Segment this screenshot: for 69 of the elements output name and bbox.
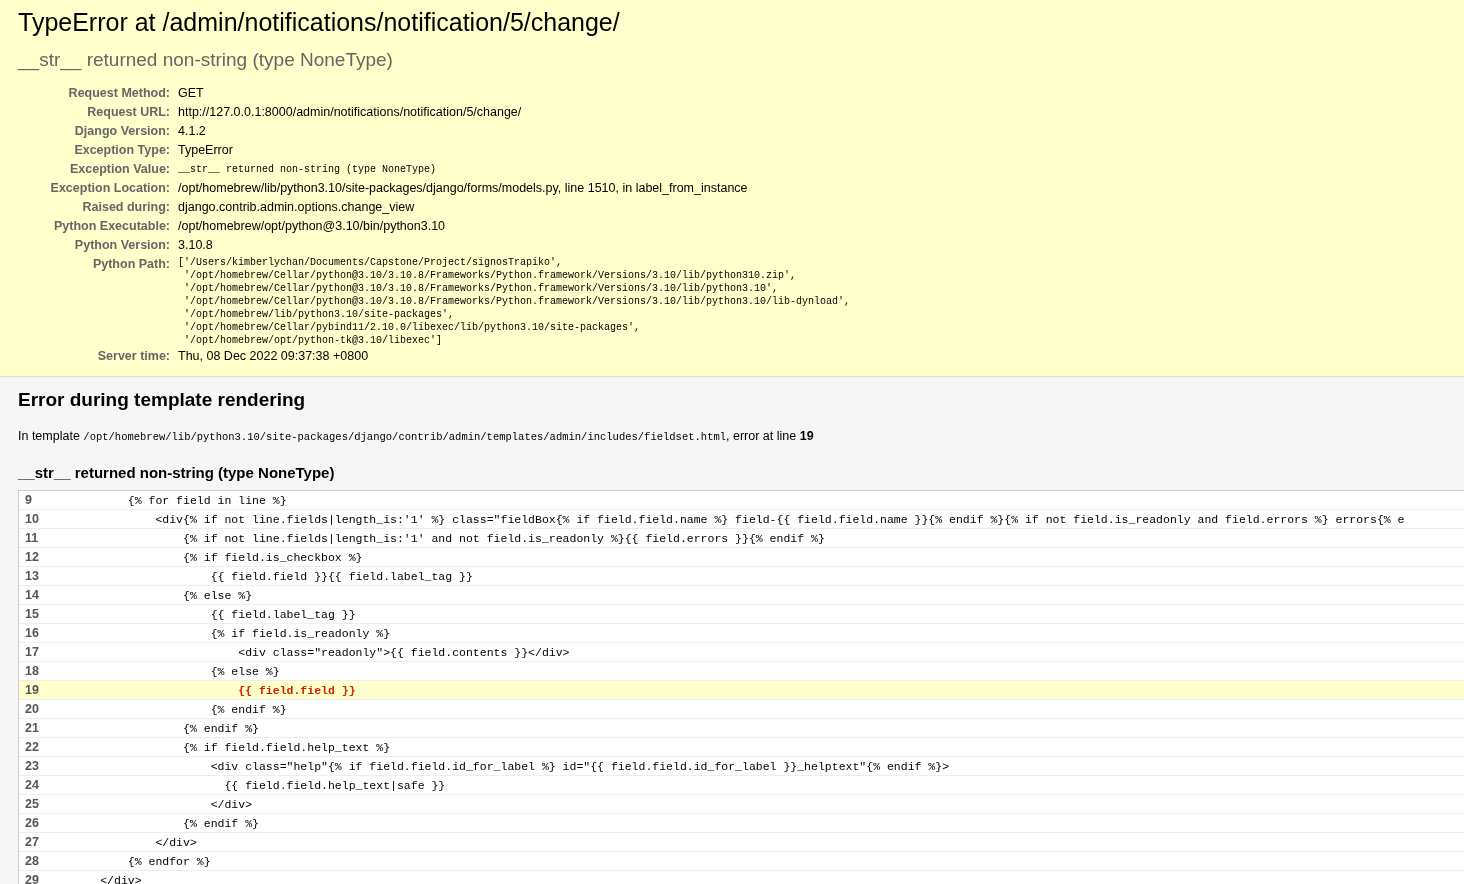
code-line: </div> [99, 872, 142, 884]
meta-value: ['/Users/kimberlychan/Documents/Capstone/Project/signosTrapiko', '/opt/homebrew/Cellar/python@3.10/3.10.8/Frameworks/Python.framework/Versions/3.10/lib/python310.zip', '/opt/homebrew/Cellar/python@3.10/3.10.8/Frameworks/Python.framework/Versions/3.10/lib/python3.10', '/opt/homebrew/Cellar/python@3.10/3.10.8/Frameworks/Python.framework/Versions/3.10/lib/python3.10/lib-dynload', '/opt/homebrew/lib/python3.10/site-packages', '/opt/homebrew/Cellar/pybind11/2.10.0/libexec/lib/python3.10/site-packages', '/opt/homebrew/opt/python-tk@3.10/libexec'] [178, 256, 851, 347]
code-line: {% if not line.fields|length_is:'1' and not field.is_readonly %}{{ field.errors }}{% endif %} [182, 530, 825, 547]
meta-label: Raised during: [82, 199, 170, 216]
meta-value: __str__ returned non-string (type NoneType) [178, 163, 437, 177]
template-location: In template /opt/homebrew/lib/python3.10/site-packages/django/contrib/admin/templates/admin/includes/fieldset.html, error at line 19 [18, 428, 814, 445]
code-line: {{ field.field }} [237, 682, 356, 699]
meta-label: Request Method: [68, 85, 170, 102]
meta-value: GET [178, 85, 204, 102]
line-number: 10 [24, 510, 40, 528]
section-heading: Error during template rendering [18, 388, 306, 412]
line-number: 21 [24, 719, 40, 737]
meta-label: Exception Type: [74, 142, 170, 159]
code-line: {% if field.is_checkbox %} [182, 549, 363, 566]
meta-label: Python Version: [74, 237, 170, 254]
code-line: <div{% if not line.fields|length_is:'1' %} class="fieldBox{% if field.field.name %} field-{{ field.field.name }}{% endif %}{% if not field.is_readonly and field.errors %} errors{% e [154, 511, 1405, 528]
code-line: {{ field.label_tag }} [209, 606, 356, 623]
meta-label: Server time: [97, 348, 170, 365]
code-line: {% endif %} [182, 720, 259, 737]
line-number: 26 [24, 814, 40, 832]
meta-label: Django Version: [74, 123, 170, 140]
line-number: 17 [24, 643, 40, 661]
line-number: 25 [24, 795, 40, 813]
code-line: <div class="help"{% if field.field.id_for_label %} id="{{ field.field.id_for_label }}_helptext"{% endif %}> [209, 758, 950, 775]
error-title: TypeError at /admin/notifications/notification/5/change/ [18, 7, 620, 38]
meta-value: 4.1.2 [178, 123, 206, 140]
meta-label: Exception Value: [69, 161, 170, 178]
meta-value: http://127.0.0.1:8000/admin/notifications/notification/5/change/ [178, 104, 522, 121]
code-line: {% for field in line %} [126, 492, 287, 509]
line-number: 28 [24, 852, 40, 870]
code-line: {% endfor %} [126, 853, 211, 870]
line-number: 14 [24, 586, 40, 604]
meta-value: TypeError [178, 142, 233, 159]
line-number: 16 [24, 624, 40, 642]
code-line: </div> [209, 796, 253, 813]
line-number: 23 [24, 757, 40, 775]
meta-label: Python Path: [92, 256, 170, 273]
code-line: {% else %} [182, 587, 253, 604]
line-number: 12 [24, 548, 40, 566]
meta-label: Python Executable: [54, 218, 170, 235]
meta-value: django.contrib.admin.options.change_view [178, 199, 415, 216]
line-number: 13 [24, 567, 40, 585]
line-number: 20 [24, 700, 40, 718]
code-line: {% endif %} [182, 815, 259, 832]
meta-value: 3.10.8 [178, 237, 213, 254]
code-line: {% endif %} [209, 701, 287, 718]
line-number: 19 [24, 681, 40, 699]
line-number: 29 [24, 871, 40, 884]
error-subtitle: __str__ returned non-string (type NoneType) [18, 48, 393, 72]
meta-value: /opt/homebrew/opt/python@3.10/bin/python3.10 [178, 218, 446, 235]
line-number: 24 [24, 776, 40, 794]
line-number: 11 [24, 529, 40, 547]
line-number: 22 [24, 738, 40, 756]
code-line: {{ field.field.help_text|safe }} [223, 777, 446, 794]
line-number: 18 [24, 662, 40, 680]
code-line: {% if field.is_readonly %} [209, 625, 391, 642]
meta-value: Thu, 08 Dec 2022 09:37:38 +0800 [178, 348, 369, 365]
code-line: {% else %} [209, 663, 280, 680]
line-number: 27 [24, 833, 40, 851]
meta-value: /opt/homebrew/lib/python3.10/site-packages/django/forms/models.py, line 1510, in label_from_instance [178, 180, 748, 197]
code-line: {{ field.field }}{{ field.label_tag }} [209, 568, 473, 585]
code-line: <div class="readonly">{{ field.contents }}</div> [237, 644, 570, 661]
template-error: __str__ returned non-string (type NoneType) [18, 462, 335, 483]
code-line: </div> [154, 834, 197, 851]
line-number: 15 [24, 605, 40, 623]
meta-label: Exception Location: [50, 180, 170, 197]
line-number: 9 [24, 491, 33, 509]
code-line: {% if field.field.help_text %} [182, 739, 391, 756]
meta-label: Request URL: [87, 104, 170, 121]
